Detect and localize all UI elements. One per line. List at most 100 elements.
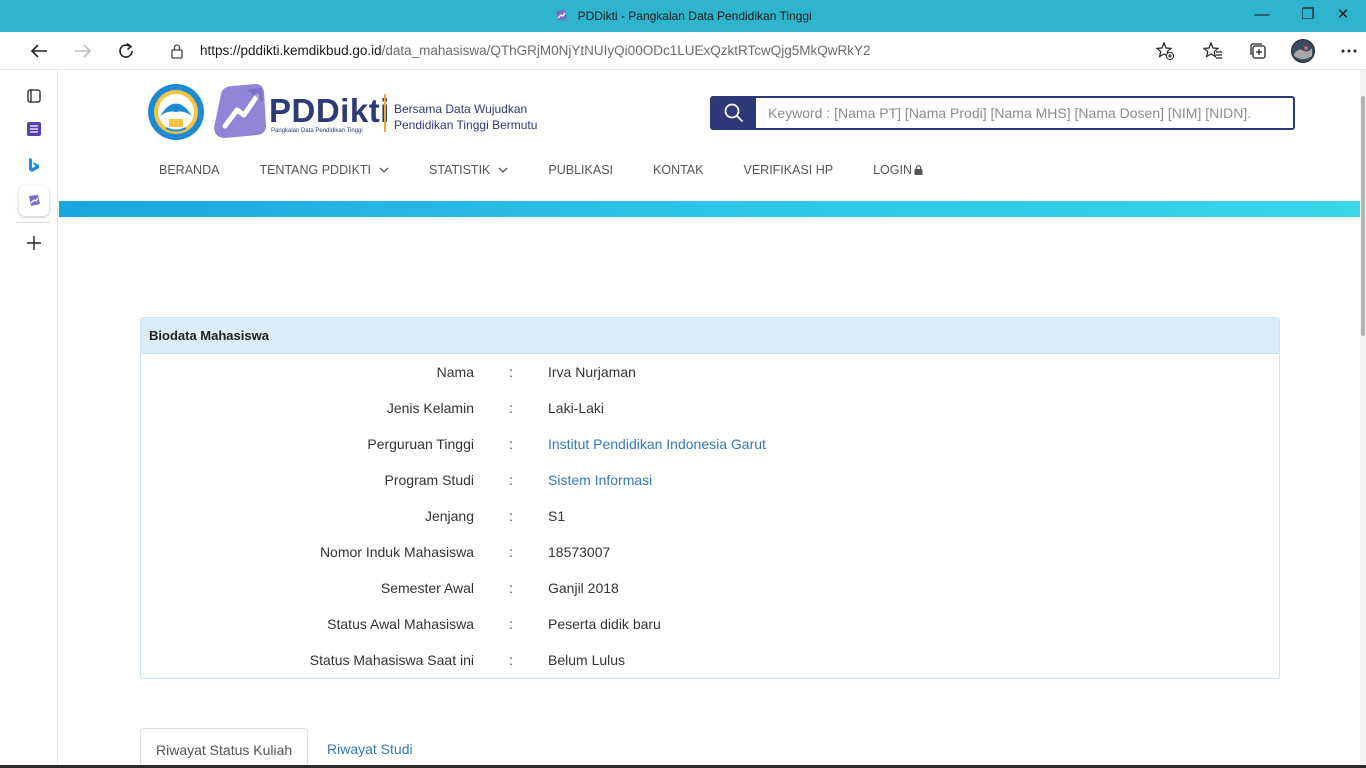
header-decorative-band <box>59 201 1360 217</box>
field-colon: : <box>509 544 513 560</box>
biodata-row: Semester Awal : Ganjil 2018 <box>141 570 1279 606</box>
profile-button[interactable] <box>1288 36 1318 66</box>
field-value: Laki-Laki <box>548 400 605 416</box>
chevron-down-icon <box>498 167 508 173</box>
nav-login[interactable]: LOGIN <box>873 162 923 178</box>
history-tabs: Riwayat Status Kuliah Riwayat Studi <box>140 728 1280 768</box>
page-content: PDDikti Pangkalan Data Pendidikan Tinggi… <box>59 70 1360 768</box>
field-colon: : <box>509 400 513 416</box>
nav-statistik[interactable]: STATISTIK <box>429 162 508 178</box>
list-app-button[interactable] <box>19 114 49 144</box>
lock-icon <box>914 165 923 175</box>
url-text: https://pddikti.kemdikbud.go.id/data_mah… <box>200 36 871 66</box>
url-path: /data_mahasiswa/QThGRjM0NjYtNUIyQi00ODc1… <box>381 43 871 58</box>
nav-label: VERIFIKASI HP <box>743 163 834 177</box>
nav-label: LOGIN <box>873 163 913 177</box>
field-value: Irva Nurjaman <box>548 364 636 380</box>
search-input[interactable]: Keyword : [Nama PT] [Nama Prodi] [Nama M… <box>768 98 1251 128</box>
nav-label: TENTANG PDDIKTI <box>259 163 372 177</box>
search-icon <box>724 103 744 123</box>
field-label: Nama <box>436 364 474 380</box>
sidebar-divider <box>16 222 50 223</box>
refresh-button[interactable] <box>111 36 141 66</box>
biodata-card: Biodata Mahasiswa Nama : Irva Nurjaman J… <box>140 317 1280 679</box>
biodata-row: Perguruan Tinggi : Institut Pendidikan I… <box>141 426 1279 462</box>
field-colon: : <box>509 472 513 488</box>
field-colon: : <box>509 436 513 452</box>
close-button[interactable]: ✕ <box>1320 0 1366 32</box>
minimize-button[interactable]: — <box>1239 0 1285 32</box>
search-box[interactable]: Keyword : [Nama PT] [Nama Prodi] [Nama M… <box>710 96 1295 130</box>
search-button[interactable] <box>712 98 756 128</box>
biodata-row: Program Studi : Sistem Informasi <box>141 462 1279 498</box>
tagline-line-2: Pendidikan Tinggi Bermutu <box>394 118 538 132</box>
program-studi-link[interactable]: Sistem Informasi <box>548 462 652 498</box>
nav-kontak[interactable]: KONTAK <box>653 162 703 178</box>
brand-subtitle: Pangkalan Data Pendidikan Tinggi <box>271 128 363 134</box>
bing-icon <box>29 158 39 172</box>
field-colon: : <box>509 364 513 380</box>
browser-sidebar <box>0 70 58 768</box>
nav-label: STATISTIK <box>429 163 491 177</box>
address-bar[interactable]: https://pddikti.kemdikbud.go.id/data_mah… <box>156 36 1192 66</box>
more-button[interactable] <box>1334 36 1364 66</box>
field-colon: : <box>509 652 513 668</box>
collections-icon <box>1250 43 1266 59</box>
collections-button[interactable] <box>1243 36 1273 66</box>
field-label: Jenjang <box>424 508 474 524</box>
bing-button[interactable] <box>19 150 49 180</box>
list-app-icon <box>27 122 41 136</box>
back-icon <box>30 44 47 58</box>
scrollbar-thumb[interactable] <box>1361 96 1365 336</box>
tab-riwayat-status-kuliah[interactable]: Riwayat Status Kuliah <box>140 728 309 768</box>
favorites-icon <box>1203 41 1222 59</box>
biodata-title: Biodata Mahasiswa <box>141 318 1279 354</box>
chevron-down-icon <box>379 167 389 173</box>
biodata-row: Jenjang : S1 <box>141 498 1279 534</box>
brand-tagline: Bersama Data Wujudkan Pendidikan Tinggi … <box>394 101 537 133</box>
brand-name: PDDikti <box>269 92 390 129</box>
add-sidebar-app-button[interactable] <box>19 228 49 258</box>
field-label: Status Mahasiswa Saat ini <box>309 652 474 668</box>
field-value: Ganjil 2018 <box>548 580 619 596</box>
forward-button[interactable] <box>68 36 98 66</box>
biodata-row: Status Mahasiswa Saat ini : Belum Lulus <box>141 642 1279 678</box>
field-colon: : <box>509 580 513 596</box>
tab-riwayat-studi[interactable]: Riwayat Studi <box>312 728 428 768</box>
page-scrollbar[interactable] <box>1360 70 1366 768</box>
field-value: Belum Lulus <box>548 652 626 668</box>
profile-avatar <box>1291 39 1315 63</box>
tabs-icon <box>27 89 41 103</box>
field-value: S1 <box>548 508 566 524</box>
add-favorite-button[interactable] <box>1150 36 1180 66</box>
biodata-row: Status Awal Mahasiswa : Peserta didik ba… <box>141 606 1279 642</box>
nav-verifikasi-hp[interactable]: VERIFIKASI HP <box>744 162 834 178</box>
biodata-row: Nama : Irva Nurjaman <box>141 354 1279 390</box>
field-colon: : <box>509 508 513 524</box>
nav-tentang-pddikti[interactable]: TENTANG PDDIKTI <box>259 162 389 178</box>
lock-icon <box>171 44 183 59</box>
field-label: Nomor Induk Mahasiswa <box>319 544 474 560</box>
nav-label: PUBLIKASI <box>548 163 614 177</box>
window-titlebar: PDDikti - Pangkalan Data Pendidikan Ting… <box>0 0 1366 32</box>
tut-wuri-handayani-logo[interactable] <box>147 83 205 141</box>
more-icon <box>1341 49 1357 53</box>
nav-publikasi[interactable]: PUBLIKASI <box>548 162 613 178</box>
perguruan-tinggi-link[interactable]: Institut Pendidikan Indonesia Garut <box>548 426 766 462</box>
window-title: PDDikti - Pangkalan Data Pendidikan Ting… <box>577 9 812 23</box>
pddikti-app-button[interactable] <box>19 186 49 216</box>
pddikti-logo-mark[interactable] <box>211 82 267 140</box>
field-label: Status Awal Mahasiswa <box>327 616 474 632</box>
refresh-icon <box>119 42 133 58</box>
window-title-container: PDDikti - Pangkalan Data Pendidikan Ting… <box>0 0 1366 32</box>
tab-actions-button[interactable] <box>19 81 49 111</box>
favorites-button[interactable] <box>1198 36 1228 66</box>
main-nav: BERANDA TENTANG PDDIKTI STATISTIK PUBLIK… <box>159 162 963 178</box>
url-host: https://pddikti.kemdikbud.go.id <box>200 43 382 58</box>
field-label: Jenis Kelamin <box>386 400 474 416</box>
field-label: Program Studi <box>384 472 474 488</box>
forward-icon <box>75 44 92 58</box>
nav-beranda[interactable]: BERANDA <box>159 162 219 178</box>
field-colon: : <box>509 616 513 632</box>
back-button[interactable] <box>24 36 54 66</box>
